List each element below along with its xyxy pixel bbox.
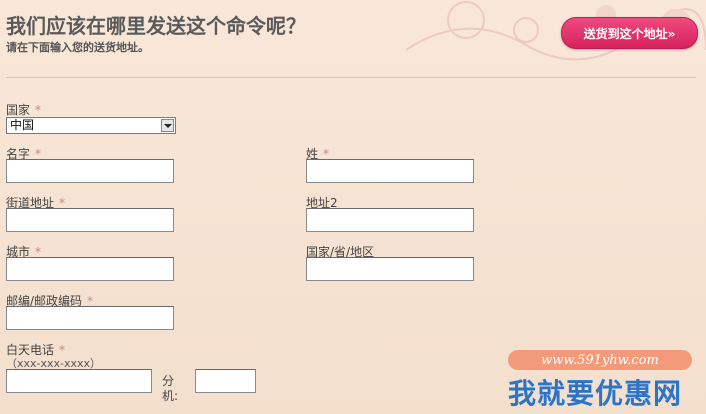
- phone-field[interactable]: [6, 369, 152, 393]
- postcode-field[interactable]: [6, 306, 174, 330]
- extension-field[interactable]: [195, 369, 256, 393]
- checkout-shipping-page: 我们应该在哪里发送这个命令呢？ 请在下面输入您的送货地址。 送货到这个地址» 国…: [0, 0, 706, 414]
- last-name-field[interactable]: [306, 159, 474, 183]
- country-select-value: 中国: [10, 118, 35, 132]
- watermark-logo-text: 我就要优惠网: [508, 377, 683, 410]
- street-address-field[interactable]: [6, 208, 174, 232]
- header-divider: [6, 77, 696, 78]
- page-title: 我们应该在哪里发送这个命令呢？: [6, 14, 306, 38]
- watermark-url: www.591yhw.com: [508, 350, 692, 370]
- city-field[interactable]: [6, 257, 174, 281]
- address2-field[interactable]: [306, 208, 474, 232]
- state-field[interactable]: [306, 257, 474, 281]
- required-marker: *: [35, 103, 42, 117]
- page-subtitle: 请在下面输入您的送货地址。: [6, 41, 149, 54]
- first-name-field[interactable]: [6, 159, 174, 183]
- country-select[interactable]: 中国: [6, 117, 176, 134]
- extension-label: 分机:: [162, 374, 179, 403]
- chevron-down-icon[interactable]: [161, 119, 174, 132]
- country-label: 国家 *: [6, 101, 41, 118]
- country-label-text: 国家: [6, 103, 31, 117]
- ship-to-address-button[interactable]: 送货到这个地址»: [561, 17, 698, 49]
